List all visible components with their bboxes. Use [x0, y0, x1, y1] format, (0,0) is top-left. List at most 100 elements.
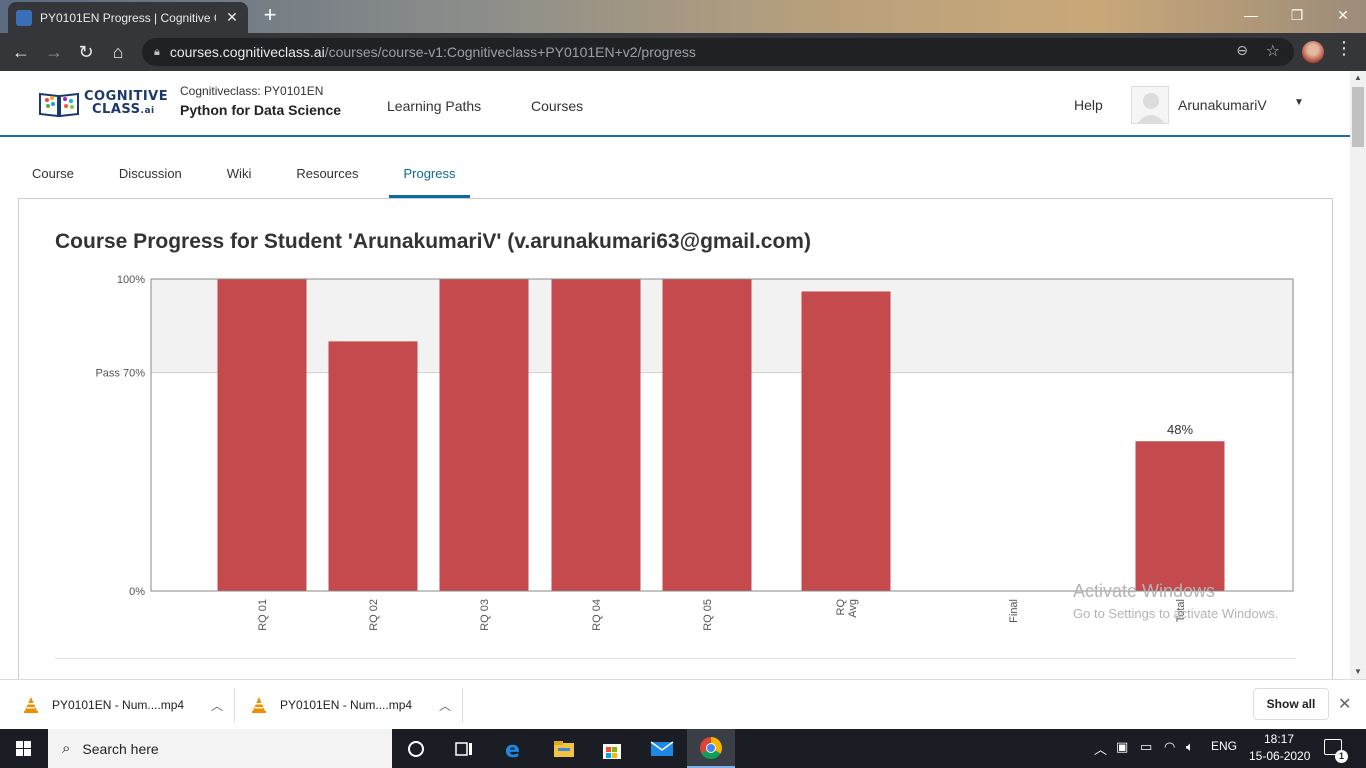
url-host: courses.cognitiveclass.ai: [169, 44, 325, 60]
course-name: Python for Data Science: [180, 102, 342, 118]
tab-resources[interactable]: Resources: [282, 156, 372, 198]
data-label-total: 48%: [1167, 422, 1193, 437]
x-tick-label: Avg: [847, 599, 859, 618]
clock-date[interactable]: 15-06-2020: [1249, 749, 1310, 763]
page-scrollbar[interactable]: ▲ ▼: [1350, 71, 1366, 679]
task-view-icon[interactable]: [440, 729, 488, 768]
nav-learning-paths[interactable]: Learning Paths: [387, 98, 481, 114]
username-label[interactable]: ArunakumariV: [1178, 97, 1267, 113]
minimize-icon[interactable]: —: [1228, 0, 1274, 33]
show-all-downloads-button[interactable]: Show all: [1253, 688, 1329, 720]
y-tick-label: Pass 70%: [95, 368, 145, 380]
activation-watermark-title: Activate Windows: [1073, 581, 1216, 601]
tab-course[interactable]: Course: [18, 156, 88, 198]
download-item[interactable]: PY0101EN - Num....mp4 ︿: [8, 688, 235, 722]
x-tick-label: Final: [1008, 599, 1020, 623]
svg-text:e: e: [505, 738, 520, 760]
wifi-icon[interactable]: ◠: [1164, 739, 1175, 755]
x-tick-label: RQ 05: [702, 599, 714, 631]
x-tick-group: RQ Avg: [835, 599, 859, 618]
notification-badge: 1: [1335, 750, 1348, 763]
profile-avatar[interactable]: [1302, 41, 1324, 63]
page-title: Course Progress for Student 'Arunakumari…: [55, 230, 811, 253]
bar-rq-avg: [801, 291, 891, 591]
search-placeholder: Search here: [82, 740, 159, 757]
battery-icon[interactable]: ▭: [1140, 739, 1152, 755]
restore-icon[interactable]: ❐: [1274, 0, 1320, 33]
chevron-up-icon[interactable]: ︿: [200, 697, 234, 714]
back-icon[interactable]: ←: [6, 37, 36, 67]
y-tick-label: 0%: [129, 586, 145, 598]
file-explorer-icon[interactable]: [540, 729, 588, 768]
scroll-up-icon[interactable]: ▲: [1350, 71, 1366, 85]
browser-menu-icon[interactable]: ⋮: [1334, 38, 1354, 59]
cortana-icon[interactable]: [392, 729, 440, 768]
home-icon[interactable]: ⌂: [103, 37, 133, 67]
tray-expand-icon[interactable]: ︿: [1094, 739, 1107, 758]
download-filename: PY0101EN - Num....mp4: [52, 698, 185, 712]
x-tick-label: RQ 01: [257, 599, 269, 631]
taskbar-search-box[interactable]: ⌕ Search here: [48, 729, 392, 768]
x-tick-label: RQ 04: [591, 599, 603, 631]
x-tick-group: RQ 05: [702, 599, 714, 631]
cognitive-class-logo[interactable]: COGNITIVE CLASS.ai: [38, 90, 168, 118]
course-tabs: Course Discussion Wiki Resources Progres…: [18, 156, 487, 198]
forward-icon[interactable]: →: [39, 37, 69, 67]
x-tick-group: Final: [1008, 599, 1020, 623]
tab-title: PY0101EN Progress | Cognitive C: [40, 10, 216, 25]
favicon-icon: [16, 9, 32, 26]
new-tab-button[interactable]: +: [258, 4, 282, 28]
windows-start-button[interactable]: [0, 729, 48, 768]
browser-tabstrip: PY0101EN Progress | Cognitive C ✕ + — ❐ …: [0, 0, 1366, 33]
store-icon[interactable]: [588, 729, 636, 768]
scroll-down-icon[interactable]: ▼: [1350, 665, 1366, 679]
search-icon: ⌕: [62, 740, 71, 757]
bar-rq-03: [439, 279, 529, 591]
user-menu-caret-icon[interactable]: ▼: [1294, 97, 1304, 108]
clock-time[interactable]: 18:17: [1264, 732, 1294, 746]
bar-rq-05: [662, 279, 752, 591]
x-tick-group: RQ 02: [368, 599, 380, 631]
x-tick-group: RQ 03: [479, 599, 491, 631]
scrollbar-thumb[interactable]: [1352, 87, 1364, 147]
tab-discussion[interactable]: Discussion: [105, 156, 196, 198]
edge-browser-icon[interactable]: e: [490, 729, 538, 768]
chrome-taskbar-icon[interactable]: [687, 729, 735, 768]
close-tab-icon[interactable]: ✕: [224, 9, 240, 26]
bar-total: [1135, 441, 1225, 591]
logo-line-2: CLASS: [92, 102, 141, 117]
taskbar: ⌕ Search here e ︿ ▣ ▭ ◠ 🔈︎ ENG 18:17 15-…: [0, 729, 1366, 768]
course-org: Cognitiveclass: PY0101EN: [180, 84, 324, 98]
bar-rq-02: [328, 341, 418, 591]
close-window-icon[interactable]: ✕: [1320, 0, 1366, 33]
address-bar[interactable]: 🔒︎ courses.cognitiveclass.ai/courses/cou…: [142, 38, 1294, 66]
browser-toolbar: ← → ↻ ⌂ 🔒︎ courses.cognitiveclass.ai/cou…: [0, 33, 1366, 71]
browser-tab[interactable]: PY0101EN Progress | Cognitive C ✕: [8, 2, 248, 33]
network-status-icon[interactable]: ▣: [1116, 739, 1128, 755]
divider: [55, 658, 1296, 659]
zoom-icon[interactable]: ⊖: [1236, 42, 1248, 59]
mail-icon[interactable]: [638, 729, 686, 768]
download-shelf: PY0101EN - Num....mp4 ︿ PY0101EN - Num..…: [0, 679, 1366, 729]
download-item[interactable]: PY0101EN - Num....mp4 ︿: [236, 688, 463, 722]
window-controls: — ❐ ✕: [1228, 0, 1366, 33]
bookmark-star-icon[interactable]: ☆: [1266, 41, 1280, 61]
url-path: /courses/course-v1:Cognitiveclass+PY0101…: [324, 44, 696, 60]
y-tick-label: 100%: [117, 274, 145, 286]
chevron-up-icon[interactable]: ︿: [428, 697, 462, 714]
user-silhouette-icon: [1137, 93, 1165, 123]
user-avatar[interactable]: [1131, 86, 1169, 124]
language-indicator[interactable]: ENG: [1211, 739, 1237, 753]
tab-progress[interactable]: Progress: [389, 156, 470, 198]
reload-icon[interactable]: ↻: [71, 37, 101, 67]
x-tick-label: RQ 03: [479, 599, 491, 631]
close-shelf-icon[interactable]: ✕: [1338, 694, 1351, 714]
help-link[interactable]: Help: [1074, 97, 1103, 113]
nav-courses[interactable]: Courses: [531, 98, 583, 114]
site-header: COGNITIVE CLASS.ai Cognitiveclass: PY010…: [0, 71, 1350, 137]
logo-suffix: .ai: [140, 106, 155, 116]
volume-icon[interactable]: 🔈︎: [1186, 739, 1194, 755]
tab-wiki[interactable]: Wiki: [213, 156, 266, 198]
bar-rq-01: [217, 279, 307, 591]
bar-rq-04: [551, 279, 641, 591]
